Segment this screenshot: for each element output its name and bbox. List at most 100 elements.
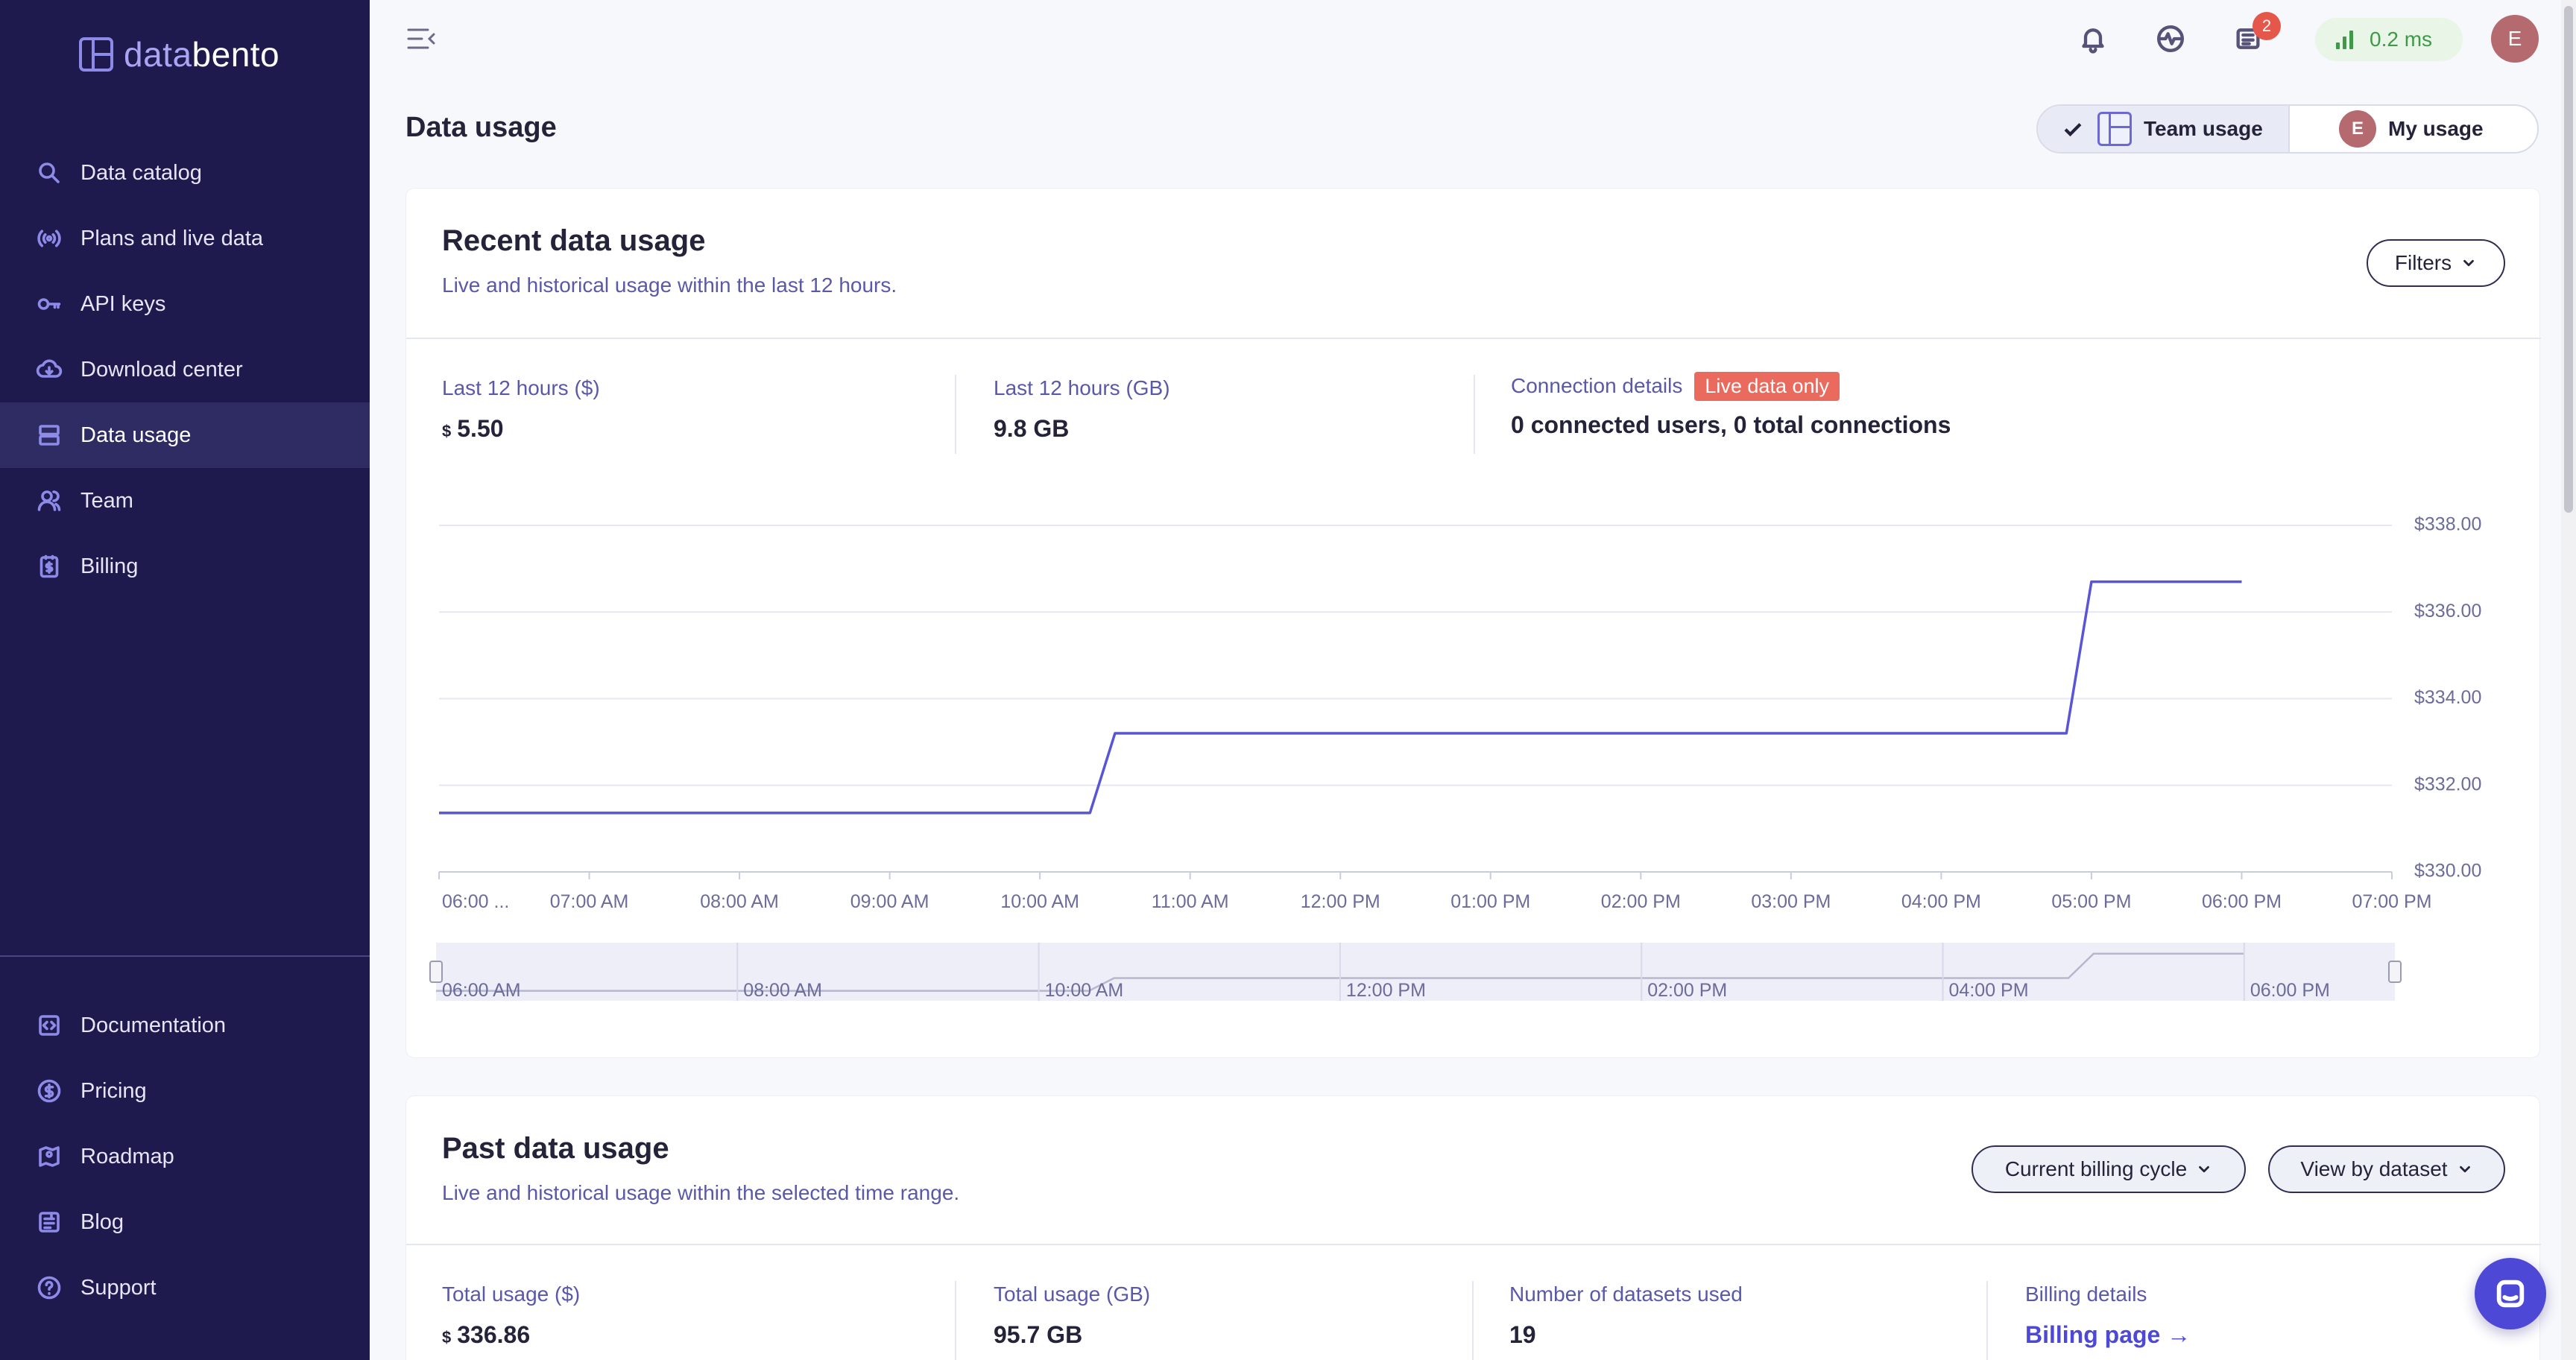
x-tick-label: 11:00 AM (1152, 891, 1229, 912)
usage-series-line (439, 580, 2242, 815)
sidebar-item-label: Blog (80, 1209, 124, 1234)
y-tick-label: $336.00 (2414, 601, 2481, 622)
x-tick-label: 10:00 AM (1000, 891, 1079, 912)
sidebar-item-team[interactable]: Team (0, 468, 370, 534)
chat-icon (2496, 1280, 2525, 1308)
y-tick-label: $332.00 (2414, 774, 2481, 794)
my-usage-option[interactable]: E My usage (2290, 106, 2537, 152)
x-tick-label: 07:00 AM (550, 891, 629, 912)
user-avatar[interactable]: E (2491, 15, 2539, 63)
x-tick-label: 06:00 ... (442, 891, 509, 912)
past-usage-card: Past data usage Live and historical usag… (405, 1095, 2541, 1360)
navigator-right-handle (2388, 961, 2402, 983)
my-avatar: E (2339, 110, 2376, 148)
search-icon (34, 158, 64, 188)
sidebar-item-api-keys[interactable]: API keys (0, 271, 370, 337)
x-tick-label: 02:00 PM (1601, 891, 1681, 912)
menu-collapse-icon (407, 28, 435, 49)
team-usage-option[interactable]: Team usage (2038, 106, 2290, 152)
sidebar-item-label: Support (80, 1275, 157, 1300)
time-range-label: Current billing cycle (2004, 1157, 2188, 1180)
sidebar-item-label: Plans and live data (80, 226, 264, 250)
sidebar-item-label: Team (80, 488, 133, 513)
collapse-sidebar-button[interactable] (405, 25, 438, 52)
latency-value: 0.2 ms (2370, 28, 2433, 51)
stat-value: 95.7 GB (994, 1321, 1083, 1348)
y-tick-label: $334.00 (2414, 687, 2481, 708)
my-usage-label: My usage (2388, 117, 2484, 140)
navigator-tick-label: 02:00 PM (1647, 980, 1727, 1001)
sidebar-item-blog[interactable]: Blog (0, 1189, 370, 1255)
stat-total-cost: Total usage ($) $336.86 (442, 1282, 580, 1349)
databento-logo[interactable]: databento (79, 34, 280, 75)
code-doc-icon (34, 1010, 64, 1040)
page-scrollbar[interactable] (2561, 0, 2576, 1360)
stat-datasets: Number of datasets used 19 (1509, 1282, 1743, 1349)
sidebar-item-support[interactable]: Support (0, 1255, 370, 1321)
sidebar-item-pricing[interactable]: Pricing (0, 1058, 370, 1124)
key-icon (34, 289, 64, 319)
stat-value: $336.86 (442, 1321, 531, 1348)
status-button[interactable] (2154, 22, 2187, 55)
chevron-down-icon (2199, 1166, 2210, 1173)
sidebar-item-data-usage[interactable]: Data usage (0, 402, 370, 468)
team-logo-icon (2097, 112, 2132, 146)
sidebar-item-label: Documentation (80, 1013, 227, 1037)
navigator-tick-label: 08:00 AM (743, 980, 822, 1001)
x-tick-label: 03:00 PM (1751, 891, 1831, 912)
navigator-tick-label: 12:00 PM (1346, 980, 1426, 1001)
dollar-circle-icon (34, 1076, 64, 1106)
sidebar-item-label: Roadmap (80, 1144, 174, 1168)
navigator-left-handle (429, 961, 443, 983)
secondary-nav: Documentation Pricing Roadmap Blog Suppo… (0, 993, 370, 1321)
main-nav: Data catalog Plans and live data API key… (0, 140, 370, 599)
bell-icon (2082, 28, 2104, 54)
signal-icon (2336, 30, 2353, 49)
view-by-label: View by dataset (2300, 1157, 2448, 1180)
x-tick-label: 06:00 PM (2202, 891, 2282, 912)
usage-line-chart[interactable]: $338.00 $336.00 $334.00 $332.00 $330.00 06:00… (406, 189, 2541, 1059)
x-tick-label: 05:00 PM (2051, 891, 2131, 912)
scrollbar-thumb[interactable] (2564, 6, 2573, 513)
database-icon (34, 420, 64, 450)
latency-indicator[interactable]: 0.2 ms (2315, 18, 2463, 61)
sidebar-item-label: Pricing (80, 1078, 147, 1103)
usage-scope-toggle: Team usage E My usage (2036, 104, 2539, 154)
map-icon (34, 1142, 64, 1171)
sidebar-item-download-center[interactable]: Download center (0, 337, 370, 402)
navigator-tick-label: 04:00 PM (1949, 980, 2029, 1001)
receipt-dollar-icon (34, 551, 64, 581)
x-tick-label: 12:00 PM (1301, 891, 1380, 912)
page-title: Data usage (405, 112, 557, 143)
sidebar-item-documentation[interactable]: Documentation (0, 993, 370, 1058)
stat-billing: Billing details Billing page → (2025, 1282, 2191, 1349)
broadcast-icon (34, 224, 64, 253)
activity-icon (2157, 25, 2184, 52)
sidebar-item-plans[interactable]: Plans and live data (0, 206, 370, 271)
notifications-button[interactable] (2077, 22, 2109, 55)
team-icon (34, 486, 64, 516)
sidebar-item-billing[interactable]: Billing (0, 534, 370, 599)
view-by-select[interactable]: View by dataset (2268, 1145, 2505, 1193)
x-tick-label: 07:00 PM (2352, 891, 2431, 912)
time-range-select[interactable]: Current billing cycle (1972, 1145, 2246, 1193)
logo-text: databento (124, 35, 280, 74)
stat-label: Billing details (2025, 1282, 2147, 1306)
navigator-tick-label: 06:00 PM (2250, 980, 2330, 1001)
team-usage-label: Team usage (2144, 117, 2263, 140)
billing-page-link[interactable]: Billing page → (2025, 1321, 2191, 1349)
navigator-tick-label: 10:00 AM (1045, 980, 1124, 1001)
help-circle-icon (34, 1273, 64, 1303)
stat-total-gb: Total usage (GB) 95.7 GB (994, 1282, 1150, 1349)
stat-label: Total usage ($) (442, 1282, 581, 1306)
sidebar-item-data-catalog[interactable]: Data catalog (0, 140, 370, 206)
sidebar: databento Data catalog Plans and live da… (0, 0, 370, 1360)
sidebar-item-roadmap[interactable]: Roadmap (0, 1124, 370, 1189)
sidebar-item-label: Data catalog (80, 160, 202, 185)
x-tick-label: 04:00 PM (1901, 891, 1981, 912)
chevron-down-icon (2459, 1166, 2470, 1173)
sidebar-item-label: Data usage (80, 423, 192, 447)
y-tick-label: $338.00 (2414, 514, 2481, 535)
chat-support-button[interactable] (2475, 1258, 2546, 1329)
x-tick-label: 09:00 AM (850, 891, 929, 912)
